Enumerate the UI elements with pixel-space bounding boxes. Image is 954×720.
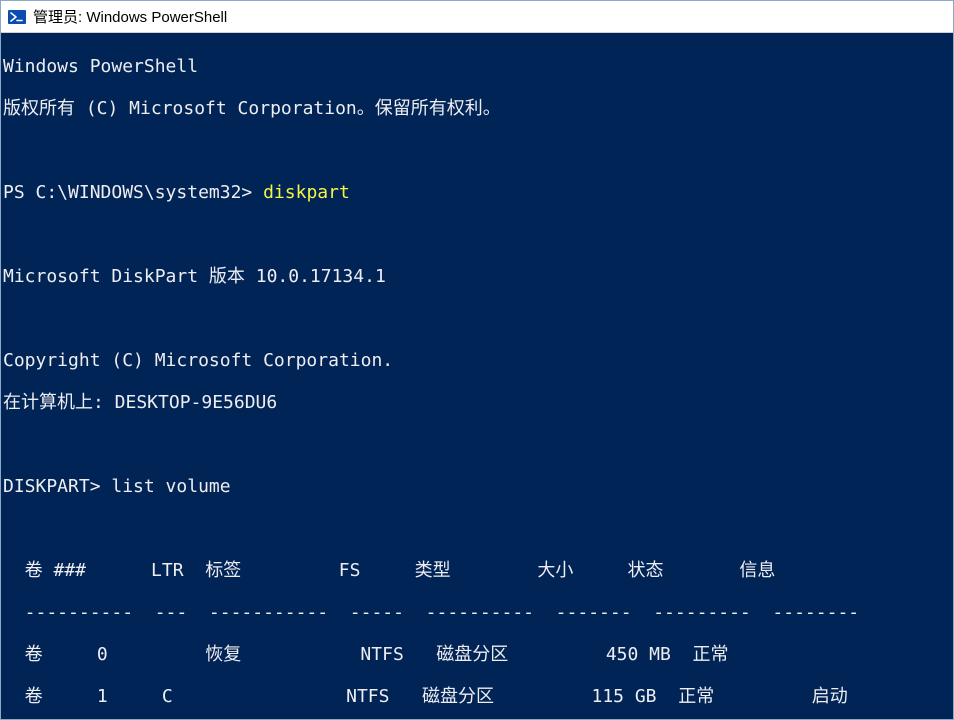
- ps-header: Windows PowerShell: [3, 56, 953, 77]
- prompt-prefix: PS C:\WINDOWS\system32>: [3, 182, 263, 203]
- titlebar[interactable]: 管理员: Windows PowerShell: [1, 1, 953, 33]
- diskpart-version: Microsoft DiskPart 版本 10.0.17134.1: [3, 266, 953, 287]
- diskpart-computer: 在计算机上: DESKTOP-9E56DU6: [3, 392, 953, 413]
- table-row: 卷 0 恢复 NTFS 磁盘分区 450 MB 正常: [3, 644, 953, 665]
- volume-table-divider: ---------- --- ----------- ----- -------…: [3, 602, 953, 623]
- table-row: 卷 1 C NTFS 磁盘分区 115 GB 正常 启动: [3, 686, 953, 707]
- window-title: 管理员: Windows PowerShell: [33, 6, 227, 27]
- ps-copyright: 版权所有 (C) Microsoft Corporation。保留所有权利。: [3, 98, 953, 119]
- prompt-line-1: PS C:\WINDOWS\system32> diskpart: [3, 182, 953, 203]
- powershell-window: 管理员: Windows PowerShell Windows PowerShe…: [0, 0, 954, 720]
- powershell-icon: [7, 7, 27, 27]
- diskpart-prompt-list: DISKPART> list volume: [3, 476, 953, 497]
- diskpart-copyright: Copyright (C) Microsoft Corporation.: [3, 350, 953, 371]
- volume-table-header: 卷 ### LTR 标签 FS 类型 大小 状态 信息: [3, 560, 953, 581]
- command-diskpart: diskpart: [263, 182, 350, 203]
- terminal-area[interactable]: Windows PowerShell 版权所有 (C) Microsoft Co…: [1, 33, 953, 719]
